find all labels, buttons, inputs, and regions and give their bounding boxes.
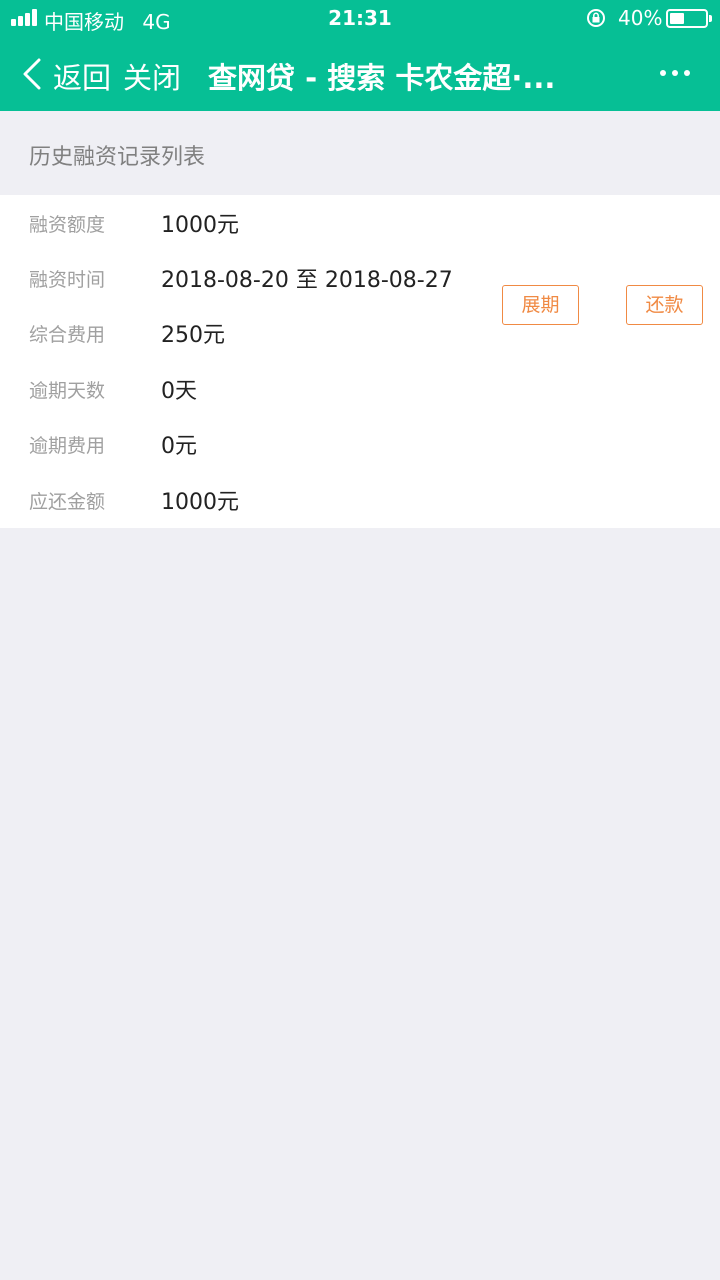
row-amount: 融资额度 1000元 (0, 195, 720, 250)
row-value: 0元 (161, 434, 197, 459)
back-chevron-icon[interactable] (22, 58, 42, 90)
row-amount-due: 应还金额 1000元 (0, 472, 720, 527)
lock-rotation-icon (587, 9, 605, 27)
battery-fill (670, 13, 684, 24)
row-value: 1000元 (161, 213, 239, 238)
header: 中国移动 4G 21:31 40% 返回 关闭 查网贷 - 搜索 卡农金超·..… (0, 0, 720, 111)
row-period: 融资时间 2018-08-20 至 2018-08-27 (0, 250, 720, 305)
battery-icon (666, 9, 712, 28)
row-label: 逾期费用 (29, 435, 106, 457)
status-bar: 中国移动 4G 21:31 40% (0, 0, 720, 36)
row-label: 逾期天数 (29, 380, 106, 402)
row-overdue-fees: 逾期费用 0元 (0, 416, 720, 471)
row-label: 融资时间 (29, 269, 106, 291)
row-value: 0天 (161, 379, 197, 404)
extend-button[interactable]: 展期 (502, 285, 579, 325)
section-title: 历史融资记录列表 (29, 145, 206, 170)
row-label: 融资额度 (29, 214, 106, 236)
row-label: 综合费用 (29, 324, 106, 346)
row-fees: 综合费用 250元 (0, 305, 720, 360)
row-value: 1000元 (161, 490, 239, 515)
row-overdue-days: 逾期天数 0天 (0, 361, 720, 416)
record-card: 融资额度 1000元 融资时间 2018-08-20 至 2018-08-27 … (0, 195, 720, 528)
more-icon[interactable] (660, 70, 690, 78)
repay-button[interactable]: 还款 (626, 285, 703, 325)
close-button[interactable]: 关闭 (123, 55, 181, 97)
row-value: 2018-08-20 至 2018-08-27 (161, 268, 453, 293)
back-button[interactable]: 返回 (53, 55, 111, 97)
clock: 21:31 (328, 6, 392, 30)
row-value: 250元 (161, 323, 225, 348)
battery-percent: 40% (618, 6, 663, 30)
row-label: 应还金额 (29, 491, 106, 513)
page-title: 查网贷 - 搜索 卡农金超·... (208, 61, 556, 95)
